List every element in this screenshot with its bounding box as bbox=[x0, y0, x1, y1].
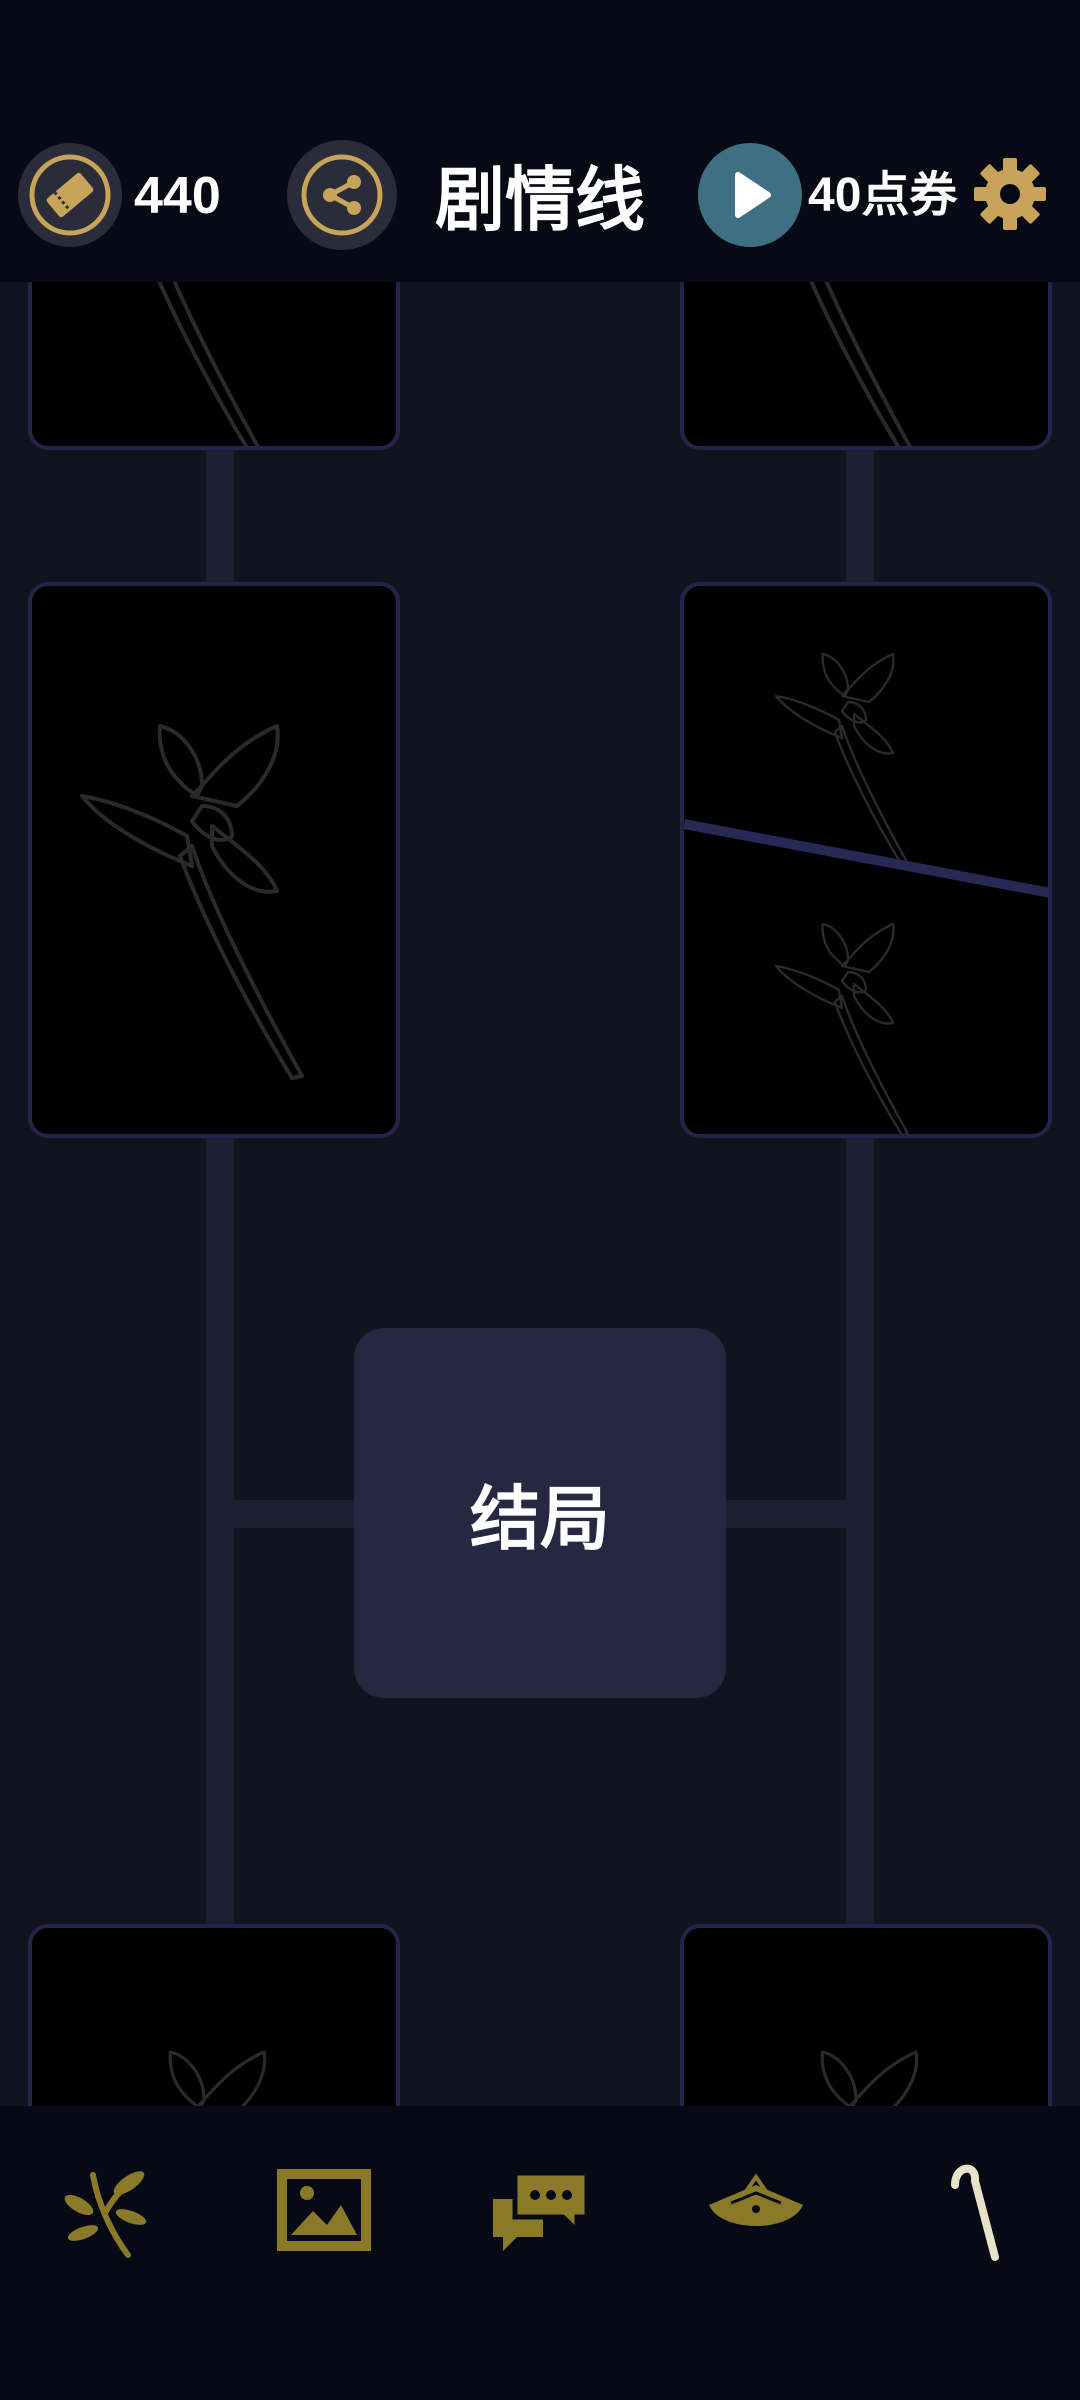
panel-divider bbox=[684, 819, 1048, 898]
play-button[interactable] bbox=[698, 143, 802, 247]
nav-item-branch[interactable] bbox=[48, 2150, 168, 2270]
nav-item-chat[interactable] bbox=[480, 2150, 600, 2270]
fan-icon bbox=[709, 2173, 803, 2226]
story-card-mid-right[interactable] bbox=[680, 582, 1052, 1138]
ticket-icon bbox=[29, 154, 111, 236]
ticket-count: 440 bbox=[134, 167, 221, 225]
share-button[interactable] bbox=[287, 140, 397, 250]
connector-right-to-ending bbox=[724, 1500, 874, 1528]
nav-item-gallery[interactable] bbox=[264, 2150, 384, 2270]
chat-icon bbox=[493, 2170, 590, 2251]
points-balance: 40点券 bbox=[808, 169, 958, 222]
story-card-mid-left[interactable] bbox=[28, 582, 400, 1138]
ending-label: 结局 bbox=[470, 1479, 610, 1558]
page-title: 剧情线 bbox=[435, 161, 645, 239]
gear-icon[interactable] bbox=[972, 156, 1048, 232]
share-icon bbox=[301, 154, 383, 236]
nav-item-cane[interactable] bbox=[912, 2150, 1032, 2270]
bottom-nav bbox=[0, 2106, 1080, 2400]
play-icon bbox=[735, 172, 771, 218]
flower-art bbox=[62, 646, 362, 1106]
ending-node[interactable]: 结局 bbox=[354, 1328, 726, 1698]
top-bar: 440 剧情线 40点券 bbox=[0, 0, 1080, 282]
cane-icon bbox=[951, 2164, 999, 2261]
ticket-button[interactable] bbox=[18, 143, 122, 247]
branch-icon bbox=[64, 2171, 147, 2258]
connector-left-to-ending bbox=[206, 1500, 356, 1528]
nav-item-fan[interactable] bbox=[696, 2150, 816, 2270]
gallery-icon bbox=[277, 2169, 371, 2251]
